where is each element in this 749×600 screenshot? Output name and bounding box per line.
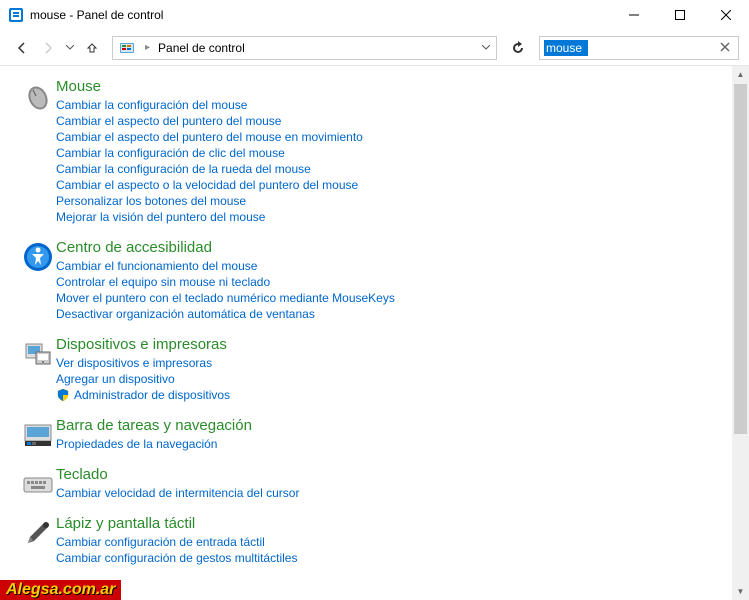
result-link[interactable]: Mejorar la visión del puntero del mouse xyxy=(56,209,729,225)
result-section: Teclado Cambiar velocidad de intermitenci… xyxy=(20,466,729,501)
link-text: Mover el puntero con el teclado numérico… xyxy=(56,291,395,305)
result-link[interactable]: Cambiar el aspecto del puntero del mouse… xyxy=(56,129,729,145)
section-title[interactable]: Teclado xyxy=(56,466,729,483)
scroll-up-icon[interactable]: ▲ xyxy=(732,66,749,83)
forward-button xyxy=(36,36,60,60)
section-body: Dispositivos e impresoras Ver dispositivo… xyxy=(56,336,729,403)
result-section: Dispositivos e impresoras Ver dispositivo… xyxy=(20,336,729,403)
address-bar[interactable]: ▸ Panel de control xyxy=(112,36,497,60)
scrollbar-thumb[interactable] xyxy=(734,84,747,434)
link-text: Desactivar organización automática de ve… xyxy=(56,307,315,321)
section-title[interactable]: Dispositivos e impresoras xyxy=(56,336,729,353)
link-text: Cambiar la configuración de clic del mou… xyxy=(56,146,285,160)
minimize-button[interactable] xyxy=(611,0,657,30)
window-title: mouse - Panel de control xyxy=(30,8,611,22)
section-links: Propiedades de la navegación xyxy=(56,436,729,452)
history-dropdown-icon[interactable] xyxy=(62,43,78,52)
result-section: Barra de tareas y navegación Propiedades … xyxy=(20,417,729,452)
link-text: Cambiar el aspecto o la velocidad del pu… xyxy=(56,178,358,192)
maximize-button[interactable] xyxy=(657,0,703,30)
taskbar-icon xyxy=(20,417,56,452)
section-links: Ver dispositivos e impresoras Agregar un … xyxy=(56,355,729,403)
section-title[interactable]: Centro de accesibilidad xyxy=(56,239,729,256)
result-link[interactable]: Cambiar la configuración del mouse xyxy=(56,97,729,113)
result-link[interactable]: Cambiar velocidad de intermitencia del c… xyxy=(56,485,729,501)
link-text: Cambiar el aspecto del puntero del mouse… xyxy=(56,130,363,144)
link-text: Controlar el equipo sin mouse ni teclado xyxy=(56,275,270,289)
link-text: Mejorar la visión del puntero del mouse xyxy=(56,210,265,224)
result-section: Lápiz y pantalla táctil Cambiar configura… xyxy=(20,515,729,566)
pen-icon xyxy=(20,515,56,566)
result-link[interactable]: Propiedades de la navegación xyxy=(56,436,729,452)
section-body: Lápiz y pantalla táctil Cambiar configura… xyxy=(56,515,729,566)
keyboard-icon xyxy=(20,466,56,501)
scroll-down-icon[interactable]: ▼ xyxy=(732,583,749,600)
breadcrumb-separator-icon[interactable]: ▸ xyxy=(141,42,154,53)
link-text: Propiedades de la navegación xyxy=(56,437,217,451)
link-text: Personalizar los botones del mouse xyxy=(56,194,246,208)
result-link[interactable]: Cambiar el aspecto o la velocidad del pu… xyxy=(56,177,729,193)
link-text: Cambiar configuración de gestos multitác… xyxy=(56,551,297,565)
result-link[interactable]: Desactivar organización automática de ve… xyxy=(56,306,729,322)
link-text: Administrador de dispositivos xyxy=(74,388,230,402)
section-title[interactable]: Barra de tareas y navegación xyxy=(56,417,729,434)
shield-icon xyxy=(56,388,70,402)
link-text: Cambiar el funcionamiento del mouse xyxy=(56,259,257,273)
refresh-button[interactable] xyxy=(505,36,531,60)
link-text: Cambiar configuración de entrada táctil xyxy=(56,535,265,549)
breadcrumb[interactable]: Panel de control xyxy=(154,41,249,55)
address-dropdown-icon[interactable] xyxy=(476,42,496,53)
link-text: Cambiar velocidad de intermitencia del c… xyxy=(56,486,299,500)
back-button[interactable] xyxy=(10,36,34,60)
link-text: Agregar un dispositivo xyxy=(56,372,175,386)
result-section: Centro de accesibilidad Cambiar el funcio… xyxy=(20,239,729,322)
result-link[interactable]: Mover el puntero con el teclado numérico… xyxy=(56,290,729,306)
devices-icon xyxy=(20,336,56,403)
section-body: Barra de tareas y navegación Propiedades … xyxy=(56,417,729,452)
section-body: MouseCambiar la configuración del mouseC… xyxy=(56,78,729,225)
up-button[interactable] xyxy=(80,36,104,60)
mouse-icon xyxy=(20,78,56,225)
vertical-scrollbar[interactable]: ▲ ▼ xyxy=(732,66,749,600)
close-button[interactable] xyxy=(703,0,749,30)
watermark: Alegsa.com.ar xyxy=(0,580,121,600)
section-body: Centro de accesibilidad Cambiar el funcio… xyxy=(56,239,729,322)
search-field[interactable] xyxy=(544,40,588,56)
clear-search-icon[interactable] xyxy=(716,41,734,55)
result-link[interactable]: Cambiar el aspecto del puntero del mouse xyxy=(56,113,729,129)
result-link[interactable]: Cambiar configuración de entrada táctil xyxy=(56,534,729,550)
content-area: MouseCambiar la configuración del mouseC… xyxy=(0,66,749,576)
result-link[interactable]: Ver dispositivos e impresoras xyxy=(56,355,729,371)
section-title[interactable]: Lápiz y pantalla táctil xyxy=(56,515,729,532)
result-link[interactable]: Agregar un dispositivo xyxy=(56,371,729,387)
result-link[interactable]: Controlar el equipo sin mouse ni teclado xyxy=(56,274,729,290)
app-icon xyxy=(8,7,24,23)
window-controls xyxy=(611,0,749,30)
section-body: Teclado Cambiar velocidad de intermitenci… xyxy=(56,466,729,501)
link-text: Cambiar la configuración del mouse xyxy=(56,98,247,112)
toolbar: ▸ Panel de control xyxy=(0,30,749,66)
result-link[interactable]: Cambiar configuración de gestos multitác… xyxy=(56,550,729,566)
search-input[interactable] xyxy=(539,36,739,60)
result-link[interactable]: Administrador de dispositivos xyxy=(56,387,729,403)
accessibility-icon xyxy=(20,239,56,322)
link-text: Ver dispositivos e impresoras xyxy=(56,356,212,370)
result-link[interactable]: Personalizar los botones del mouse xyxy=(56,193,729,209)
link-text: Cambiar la configuración de la rueda del… xyxy=(56,162,311,176)
section-links: Cambiar la configuración del mouse Cambia… xyxy=(56,97,729,225)
result-section: MouseCambiar la configuración del mouseC… xyxy=(20,78,729,225)
result-link[interactable]: Cambiar la configuración de clic del mou… xyxy=(56,145,729,161)
link-text: Cambiar el aspecto del puntero del mouse xyxy=(56,114,281,128)
section-title[interactable]: Mouse xyxy=(56,78,729,95)
section-links: Cambiar el funcionamiento del mouse Contr… xyxy=(56,258,729,322)
section-links: Cambiar velocidad de intermitencia del c… xyxy=(56,485,729,501)
titlebar: mouse - Panel de control xyxy=(0,0,749,30)
control-panel-icon xyxy=(117,38,137,58)
result-link[interactable]: Cambiar el funcionamiento del mouse xyxy=(56,258,729,274)
section-links: Cambiar configuración de entrada táctil C… xyxy=(56,534,729,566)
result-link[interactable]: Cambiar la configuración de la rueda del… xyxy=(56,161,729,177)
